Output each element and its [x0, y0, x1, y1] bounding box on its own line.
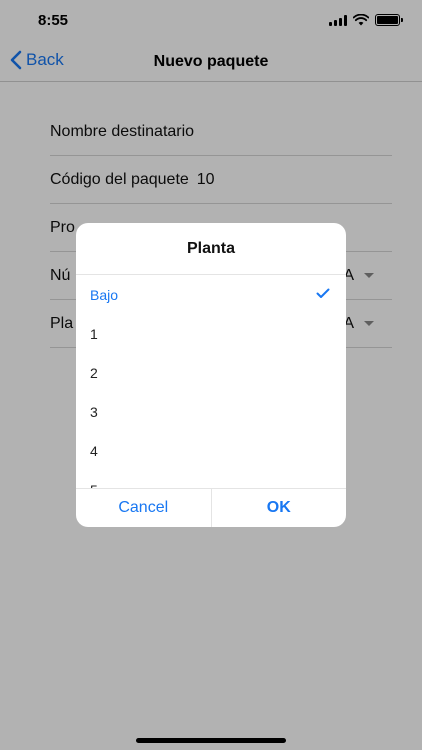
option-label: 3 [90, 403, 98, 420]
option-label: 2 [90, 364, 98, 381]
planta-dialog: Planta Bajo 1 2 3 4 5 Cancel OK [76, 223, 346, 527]
dialog-buttons: Cancel OK [76, 488, 346, 527]
dialog-title: Planta [76, 223, 346, 275]
checkmark-icon [316, 288, 330, 298]
option-list[interactable]: Bajo 1 2 3 4 5 [76, 275, 346, 488]
option-item[interactable]: Bajo [76, 275, 346, 314]
home-indicator [136, 738, 286, 743]
option-item[interactable]: 3 [76, 392, 346, 431]
option-label: 1 [90, 325, 98, 342]
option-label: Bajo [90, 286, 119, 303]
option-label: 5 [90, 482, 98, 489]
option-item[interactable]: 2 [76, 353, 346, 392]
cancel-button[interactable]: Cancel [76, 489, 211, 527]
option-item[interactable]: 4 [76, 431, 346, 470]
option-item[interactable]: 1 [76, 314, 346, 353]
option-item[interactable]: 5 [76, 470, 346, 489]
option-label: 4 [90, 442, 98, 459]
ok-button[interactable]: OK [212, 489, 347, 527]
